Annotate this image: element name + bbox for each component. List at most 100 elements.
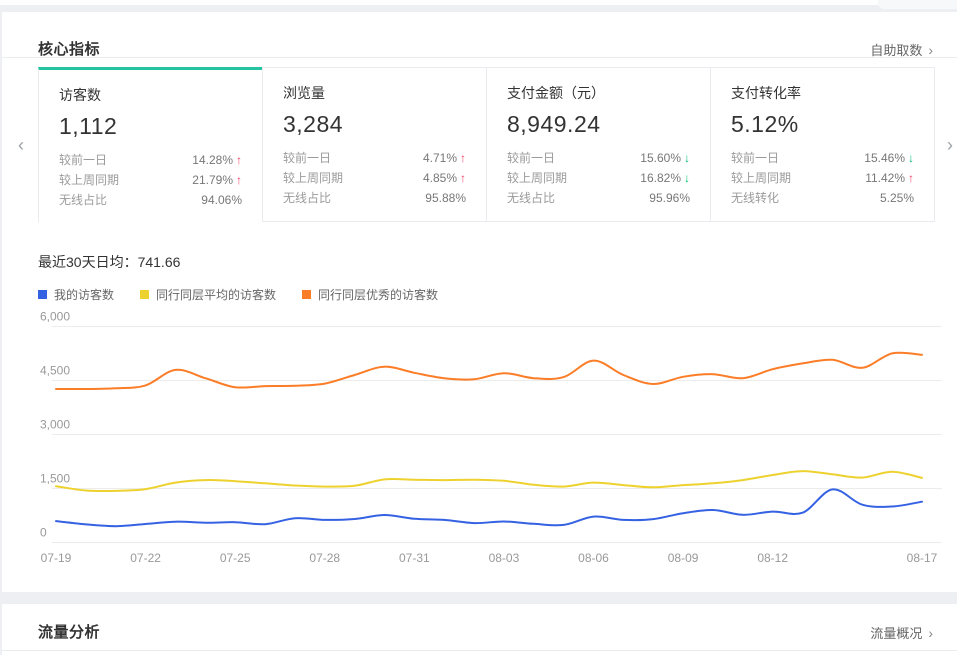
metric-row-label: 无线转化: [731, 188, 779, 208]
arrow-down-icon: ↓: [684, 151, 690, 165]
legend-item-1[interactable]: 我的访客数: [38, 286, 114, 303]
arrow-up-icon: ↑: [236, 173, 242, 187]
metric-card-row: 较上周同期16.82%↓: [507, 168, 690, 188]
metric-row-value: 11.42%↑: [865, 168, 914, 188]
arrow-up-icon: ↑: [908, 171, 914, 185]
y-tick-label: 6,000: [40, 310, 70, 324]
metric-card-row: 较上周同期 21.79%↑: [59, 170, 242, 190]
footer-divider: [2, 650, 957, 651]
metric-card-4[interactable]: 支付转化率 5.12% 较前一日 15.46%↓ 较上周同期 11.42%↑ 无线转化 5.2…: [710, 67, 935, 222]
y-tick-label: 0: [40, 526, 47, 540]
metric-row-value: 4.85%↑: [423, 168, 466, 188]
traffic-overview-link[interactable]: 流量概况 ›: [870, 623, 933, 642]
legend-item-3[interactable]: 同行同层优秀的访客数: [302, 286, 438, 303]
x-tick-label: 07-25: [220, 551, 251, 565]
metric-row-value: 15.60%↓: [640, 148, 690, 168]
metric-row-label: 较前一日: [59, 150, 107, 170]
metric-row-value: 14.28%↑: [192, 150, 242, 170]
legend-swatch-icon: [38, 290, 47, 299]
chevron-right-icon: ›: [928, 625, 933, 641]
arrow-up-icon: ↑: [236, 153, 242, 167]
metric-row-label: 较上周同期: [283, 168, 343, 188]
metric-card-title: 支付转化率: [731, 83, 914, 103]
cards-prev-arrow[interactable]: ‹: [18, 136, 24, 154]
metric-row-label: 较上周同期: [59, 170, 119, 190]
series-line-1: [56, 489, 922, 526]
chevron-right-icon: ›: [928, 42, 933, 58]
metric-card-title: 访客数: [59, 85, 242, 105]
legend-swatch-icon: [140, 290, 149, 299]
traffic-overview-label: 流量概况: [870, 626, 922, 641]
chart-legend: 我的访客数 同行同层平均的访客数 同行同层优秀的访客数: [38, 286, 464, 303]
metric-row-value: 95.88%: [425, 188, 466, 208]
x-tick-label: 07-28: [309, 551, 340, 565]
core-metrics-panel: 核心指标 自助取数› ‹ › 访客数1,112较前一日14.28%↑较上周同期2…: [2, 12, 957, 592]
legend-label: 同行同层平均的访客数: [156, 286, 276, 303]
y-tick-label: 3,000: [40, 418, 70, 432]
metric-card-row: 较上周同期 11.42%↑: [731, 168, 914, 188]
metric-card-row: 较前一日 14.28%↑: [59, 150, 242, 170]
metric-row-label: 无线占比: [59, 190, 107, 210]
metric-card-value: 3,284: [283, 111, 466, 138]
x-tick-label: 08-09: [668, 551, 699, 565]
metric-card-value: 1,112: [59, 113, 242, 140]
metric-card-1[interactable]: 访客数 1,112 较前一日 14.28%↑ 较上周同期 21.79%↑ 无线占比 94.06…: [38, 67, 262, 222]
metric-row-value: 4.71%↑: [423, 148, 466, 168]
self-service-data-label: 自助取数: [870, 43, 922, 58]
metric-card-title: 支付金额（元）: [507, 83, 690, 103]
x-tick-label: 07-31: [399, 551, 430, 565]
x-tick-label: 08-12: [757, 551, 788, 565]
scrollbar-thumb[interactable]: [878, 0, 957, 9]
metric-row-value: 5.25%: [880, 188, 914, 208]
metric-card-row: 无线占比 94.06%: [59, 190, 242, 210]
legend-label: 我的访客数: [54, 286, 114, 303]
header-divider: [2, 57, 957, 58]
metric-row-label: 较前一日: [507, 148, 555, 168]
metric-row-label: 较前一日: [731, 148, 779, 168]
metric-cards-strip: 访客数 1,112 较前一日 14.28%↑ 较上周同期 21.79%↑ 无线占比 94.06…: [38, 67, 935, 222]
arrow-up-icon: ↑: [460, 151, 466, 165]
metric-card-value: 5.12%: [731, 111, 914, 138]
visitors-trend-chart: 0 1,500 3,000 4,500 6,000 07-19 07-22 07-25 07-2…: [2, 310, 957, 575]
cards-next-arrow[interactable]: ›: [947, 136, 953, 154]
metric-row-value: 21.79%↑: [192, 170, 242, 190]
x-tick-label: 07-22: [130, 551, 161, 565]
metric-row-label: 较前一日: [283, 148, 331, 168]
metric-row-label: 较上周同期: [731, 168, 791, 188]
x-tick-label: 07-19: [41, 551, 72, 565]
legend-swatch-icon: [302, 290, 311, 299]
dashboard-canvas: 核心指标 自助取数› ‹ › 访客数1,112较前一日14.28%↑较上周同期2…: [0, 0, 957, 655]
metric-card-value: 8,949.24: [507, 111, 690, 138]
metric-row-value: 95.96%: [649, 188, 690, 208]
metric-card-row: 无线转化 5.25%: [731, 188, 914, 208]
metric-row-label: 无线占比: [507, 188, 555, 208]
traffic-analysis-panel: 流量分析 流量概况 ›: [2, 604, 957, 655]
arrow-up-icon: ↑: [460, 171, 466, 185]
avg-value: 741.66: [138, 254, 181, 270]
y-tick-label: 4,500: [40, 364, 70, 378]
metric-row-value: 15.46%↓: [864, 148, 914, 168]
metric-row-label: 无线占比: [283, 188, 331, 208]
arrow-down-icon: ↓: [684, 171, 690, 185]
thirty-day-average: 最近30天日均：741.66: [38, 252, 180, 272]
traffic-analysis-title: 流量分析: [38, 621, 100, 642]
metric-card-title: 浏览量: [283, 83, 466, 103]
avg-label: 最近30天日均：: [38, 254, 138, 270]
metric-row-value: 94.06%: [201, 190, 242, 210]
metric-card-row: 较前一日 15.60%↓: [507, 148, 690, 168]
x-tick-label: 08-17: [907, 551, 938, 565]
legend-label: 同行同层优秀的访客数: [318, 286, 438, 303]
x-tick-label: 08-06: [578, 551, 609, 565]
metric-card-row: 较前一日 15.46%↓: [731, 148, 914, 168]
metric-card-row: 无线占比 95.88%: [283, 188, 466, 208]
x-tick-label: 08-03: [489, 551, 520, 565]
metric-card-row: 较上周同期 4.85%↑: [283, 168, 466, 188]
metric-card-2[interactable]: 浏览量 3,284 较前一日 4.71%↑ 较上周同期 4.85%↑ 无线占比 95.88%: [262, 67, 486, 222]
metric-card-row: 无线占比 95.96%: [507, 188, 690, 208]
metric-card-3[interactable]: 支付金额（元） 8,949.24 较前一日 15.60%↓较上周同期16.82%↓无线…: [486, 67, 710, 222]
y-tick-label: 1,500: [40, 472, 70, 486]
metric-row-label: 较上周同期: [507, 168, 567, 188]
top-white-strip: [0, 0, 957, 5]
arrow-down-icon: ↓: [908, 151, 914, 165]
legend-item-2[interactable]: 同行同层平均的访客数: [140, 286, 276, 303]
